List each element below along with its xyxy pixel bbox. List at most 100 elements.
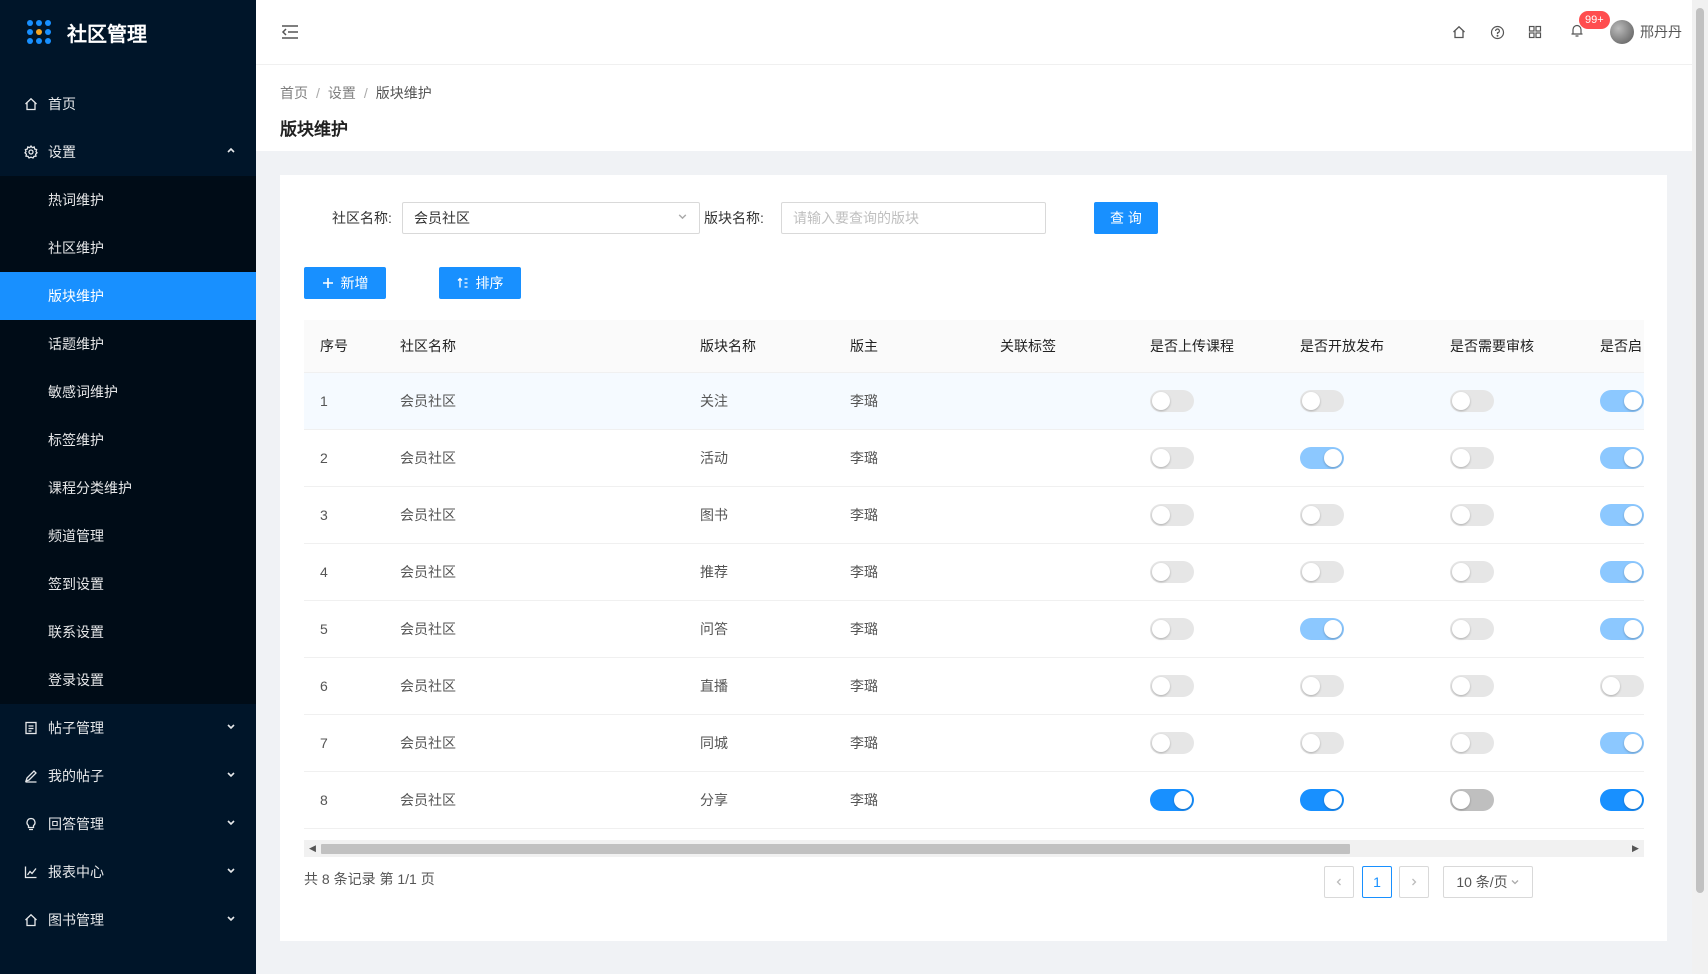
sidebar-item-course-category[interactable]: 课程分类维护	[0, 464, 256, 512]
sidebar-item-contact[interactable]: 联系设置	[0, 608, 256, 656]
sort-button[interactable]: 排序	[439, 267, 521, 299]
community-label: 社区名称:	[332, 210, 392, 226]
vertical-scrollbar[interactable]	[1692, 0, 1708, 974]
need-review-switch[interactable]	[1450, 674, 1494, 697]
scroll-right-icon[interactable]: ▶	[1627, 840, 1644, 857]
page-size-select[interactable]: 10 条/页	[1443, 866, 1533, 898]
sidebar-item-label: 社区维护	[48, 240, 104, 256]
user-menu[interactable]: 邢丹丹	[1610, 20, 1682, 44]
sidebar-item-channel[interactable]: 频道管理	[0, 512, 256, 560]
sidebar-item-tags[interactable]: 标签维护	[0, 416, 256, 464]
breadcrumb-settings[interactable]: 设置	[328, 85, 356, 101]
row-community: 会员社区	[384, 429, 684, 487]
enabled-switch[interactable]	[1600, 674, 1644, 697]
enabled-switch[interactable]	[1600, 560, 1644, 583]
row-moderator: 李璐	[834, 771, 984, 829]
switch-cell	[1584, 771, 1644, 829]
sidebar-item-checkin[interactable]: 签到设置	[0, 560, 256, 608]
upload-course-switch[interactable]	[1150, 674, 1194, 697]
block-name-input[interactable]	[781, 202, 1046, 234]
switch-cell	[1284, 543, 1434, 601]
enabled-switch[interactable]	[1600, 446, 1644, 469]
page-1-button[interactable]: 1	[1362, 866, 1392, 898]
open-publish-switch[interactable]	[1300, 389, 1344, 412]
sidebar-item-login[interactable]: 登录设置	[0, 656, 256, 704]
sidebar-item-community[interactable]: 社区维护	[0, 224, 256, 272]
col-index: 序号	[304, 320, 384, 373]
open-publish-switch[interactable]	[1300, 731, 1344, 754]
sidebar-item-reports[interactable]: 报表中心	[0, 848, 256, 896]
home-icon	[24, 913, 38, 927]
open-publish-switch[interactable]	[1300, 674, 1344, 697]
horizontal-scrollbar[interactable]: ◀ ▶	[304, 840, 1644, 857]
top-header: 99+ 邢丹丹	[256, 0, 1692, 64]
scroll-left-icon[interactable]: ◀	[304, 840, 321, 857]
sidebar-item-sensitive-words[interactable]: 敏感词维护	[0, 368, 256, 416]
breadcrumb-home[interactable]: 首页	[280, 85, 308, 101]
enabled-switch[interactable]	[1600, 503, 1644, 526]
upload-course-switch[interactable]	[1150, 446, 1194, 469]
next-page-button[interactable]	[1399, 866, 1429, 898]
need-review-switch[interactable]	[1450, 446, 1494, 469]
content-card: 社区名称: 会员社区 版块名称: 查 询 新增 排序 序号 社区名称 版块名称	[280, 175, 1667, 941]
need-review-switch[interactable]	[1450, 731, 1494, 754]
switch-cell	[1284, 771, 1434, 829]
enabled-switch[interactable]	[1600, 389, 1644, 412]
need-review-switch[interactable]	[1450, 389, 1494, 412]
menu-fold-icon[interactable]	[280, 22, 300, 42]
sidebar-item-books[interactable]: 图书管理	[0, 896, 256, 944]
switch-cell	[1584, 486, 1644, 544]
logo[interactable]: 社区管理	[0, 0, 256, 64]
row-community: 会员社区	[384, 771, 684, 829]
table-row: 3 会员社区 图书 李璐	[304, 486, 1644, 544]
home-icon[interactable]	[1440, 0, 1478, 64]
switch-cell	[1134, 429, 1284, 487]
open-publish-switch[interactable]	[1300, 446, 1344, 469]
row-index: 4	[304, 543, 384, 601]
scrollbar-thumb[interactable]	[321, 844, 1350, 854]
open-publish-switch[interactable]	[1300, 503, 1344, 526]
open-publish-switch[interactable]	[1300, 617, 1344, 640]
row-index: 2	[304, 429, 384, 487]
add-button[interactable]: 新增	[304, 267, 386, 299]
enabled-switch[interactable]	[1600, 617, 1644, 640]
notification-bell[interactable]: 99+	[1558, 0, 1610, 64]
upload-course-switch[interactable]	[1150, 560, 1194, 583]
upload-course-switch[interactable]	[1150, 617, 1194, 640]
need-review-switch[interactable]	[1450, 617, 1494, 640]
sidebar-item-hotwords[interactable]: 热词维护	[0, 176, 256, 224]
enabled-switch[interactable]	[1600, 788, 1644, 811]
sidebar-item-settings[interactable]: 设置	[0, 128, 256, 176]
upload-course-switch[interactable]	[1150, 788, 1194, 811]
sidebar-item-home[interactable]: 首页	[0, 80, 256, 128]
upload-course-switch[interactable]	[1150, 503, 1194, 526]
sidebar-item-my-posts[interactable]: 我的帖子	[0, 752, 256, 800]
community-select[interactable]: 会员社区	[402, 202, 700, 234]
upload-course-switch[interactable]	[1150, 389, 1194, 412]
switch-cell	[1134, 486, 1284, 544]
need-review-switch[interactable]	[1450, 503, 1494, 526]
enabled-switch[interactable]	[1600, 731, 1644, 754]
chevron-left-icon	[1334, 874, 1344, 890]
row-community: 会员社区	[384, 543, 684, 601]
scrollbar-thumb[interactable]	[1696, 8, 1704, 893]
need-review-switch[interactable]	[1450, 788, 1494, 811]
help-icon[interactable]	[1478, 0, 1516, 64]
prev-page-button[interactable]	[1324, 866, 1354, 898]
upload-course-switch[interactable]	[1150, 731, 1194, 754]
open-publish-switch[interactable]	[1300, 560, 1344, 583]
open-publish-switch[interactable]	[1300, 788, 1344, 811]
row-block-name: 关注	[684, 372, 834, 430]
query-button[interactable]: 查 询	[1094, 202, 1158, 234]
sidebar-item-label: 签到设置	[48, 576, 104, 592]
chevron-down-icon	[677, 203, 688, 233]
row-moderator: 李璐	[834, 429, 984, 487]
sidebar-item-posts[interactable]: 帖子管理	[0, 704, 256, 752]
sidebar-item-answers[interactable]: 回答管理	[0, 800, 256, 848]
col-block-name: 版块名称	[684, 320, 834, 373]
appstore-icon[interactable]	[1516, 0, 1554, 64]
sidebar-item-topic[interactable]: 话题维护	[0, 320, 256, 368]
row-index: 3	[304, 486, 384, 544]
sidebar-item-block[interactable]: 版块维护	[0, 272, 256, 320]
need-review-switch[interactable]	[1450, 560, 1494, 583]
